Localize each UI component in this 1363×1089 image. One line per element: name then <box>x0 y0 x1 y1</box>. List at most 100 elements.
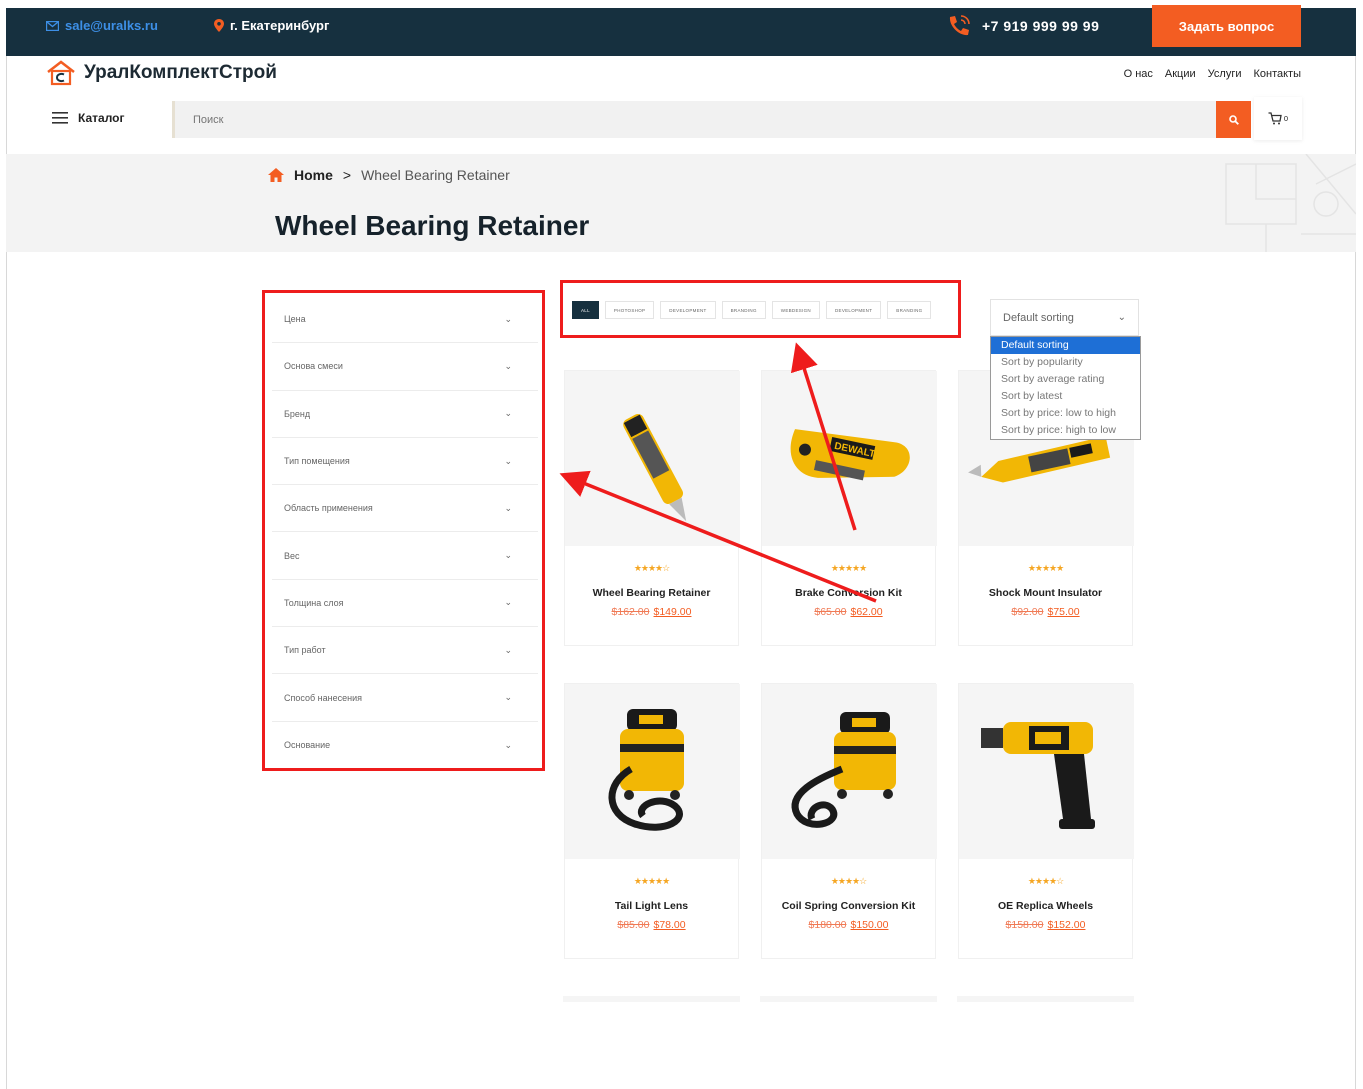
product-name[interactable]: OE Replica Wheels <box>959 900 1132 912</box>
menu-item-services[interactable]: Услуги <box>1208 68 1242 80</box>
filter-layer-thickness[interactable]: Толщина слоя ⌄ <box>272 580 538 628</box>
chevron-down-icon: ⌄ <box>504 692 512 703</box>
filter-price[interactable]: Цена ⌄ <box>272 296 538 344</box>
email-link[interactable]: sale@uralks.ru <box>46 18 158 33</box>
sort-option[interactable]: Sort by average rating <box>991 371 1140 388</box>
logo-text: УралКомплектСтрой <box>84 62 277 83</box>
product-name[interactable]: Brake Conversion Kit <box>762 587 935 599</box>
old-price: $158.00 <box>1005 919 1044 931</box>
search-button[interactable] <box>1216 101 1251 138</box>
old-price: $180.00 <box>808 919 847 931</box>
rating-stars: ★★★★★ <box>830 563 867 573</box>
filter-application-area[interactable]: Область применения ⌄ <box>272 485 538 533</box>
product-price: $180.00 $150.00 <box>762 919 935 931</box>
filter-substrate[interactable]: Основание ⌄ <box>272 722 538 769</box>
phone-link[interactable]: +7 919 999 99 99 <box>946 14 1099 38</box>
product-card[interactable]: ★★★★★ Tail Light Lens $85.00 $78.00 <box>564 683 740 959</box>
product-card[interactable]: ★★★★☆ Coil Spring Conversion Kit $180.00… <box>761 683 937 959</box>
filter-label: Тип помещения <box>284 456 350 467</box>
product-name[interactable]: Shock Mount Insulator <box>959 587 1132 599</box>
mail-icon <box>46 20 59 31</box>
old-price: $162.00 <box>611 606 650 618</box>
filter-sidebar: Цена ⌄ Основа смеси ⌄ Бренд ⌄ Тип помещения… <box>272 296 538 769</box>
product-image[interactable] <box>762 684 937 859</box>
tab-all[interactable]: ALL <box>572 301 599 319</box>
tab-development[interactable]: DEVELOPMENT <box>660 301 716 319</box>
top-menu: О нас Акции Услуги Контакты <box>1124 68 1301 80</box>
product-name[interactable]: Tail Light Lens <box>565 900 738 912</box>
drill-illustration <box>981 722 1095 829</box>
chevron-down-icon: ⌄ <box>504 550 512 561</box>
old-price: $65.00 <box>814 606 847 618</box>
site-logo[interactable]: УралКомплектСтрой <box>46 60 277 86</box>
product-price: $162.00 $149.00 <box>565 606 738 618</box>
current-price[interactable]: $150.00 <box>851 919 889 931</box>
product-image[interactable] <box>565 371 740 546</box>
filter-weight[interactable]: Вес ⌄ <box>272 532 538 580</box>
product-price: $65.00 $62.00 <box>762 606 935 618</box>
breadcrumb-separator: > <box>342 167 352 183</box>
tab-photoshop[interactable]: PHOTOSHOP <box>604 301 655 319</box>
phone-icon <box>949 15 970 36</box>
current-price[interactable]: $152.00 <box>1048 919 1086 931</box>
tab-webdesign[interactable]: WEBDESIGN <box>771 301 820 319</box>
product-name[interactable]: Coil Spring Conversion Kit <box>762 900 935 912</box>
sort-selected-value: Default sorting <box>1003 311 1074 324</box>
city-text: г. Екатеринбург <box>230 18 330 33</box>
product-card-partial <box>957 996 1134 1002</box>
chevron-down-icon: ⌄ <box>504 408 512 419</box>
product-image[interactable] <box>959 684 1134 859</box>
ask-question-button[interactable]: Задать вопрос <box>1152 5 1301 47</box>
product-image[interactable]: DEWALT <box>762 371 937 546</box>
filter-brand[interactable]: Бренд ⌄ <box>272 391 538 438</box>
sort-option[interactable]: Default sorting <box>991 337 1140 354</box>
tab-development-2[interactable]: DEVELOPMENT <box>825 301 882 319</box>
filter-work-type[interactable]: Тип работ ⌄ <box>272 627 538 675</box>
phone-number: +7 919 999 99 99 <box>982 18 1100 34</box>
filter-room-type[interactable]: Тип помещения ⌄ <box>272 438 538 486</box>
current-price[interactable]: $78.00 <box>654 919 686 931</box>
chevron-down-icon: ⌄ <box>504 360 512 371</box>
blueprint-decoration <box>1225 154 1356 252</box>
email-text: sale@uralks.ru <box>65 18 158 33</box>
search-input[interactable] <box>175 101 1216 138</box>
rating-stars: ★★★★☆ <box>830 876 867 886</box>
search-bar <box>172 101 1216 138</box>
sort-option[interactable]: Sort by price: low to high <box>991 405 1140 422</box>
menu-item-about[interactable]: О нас <box>1124 68 1153 80</box>
search-icon <box>1228 114 1239 125</box>
chevron-down-icon: ⌄ <box>504 739 512 750</box>
tab-branding-2[interactable]: BRANDING <box>887 301 932 319</box>
filter-mix-base[interactable]: Основа смеси ⌄ <box>272 343 538 391</box>
filter-label: Бренд <box>284 408 311 419</box>
sort-option[interactable]: Sort by price: high to low <box>991 422 1140 439</box>
product-name[interactable]: Wheel Bearing Retainer <box>565 587 738 599</box>
current-price[interactable]: $149.00 <box>654 606 692 618</box>
product-card[interactable]: ★★★★☆ OE Replica Wheels $158.00 $152.00 <box>958 683 1134 959</box>
sort-dropdown-list: Default sorting Sort by popularity Sort … <box>990 336 1141 440</box>
page-hero <box>6 154 1356 252</box>
sort-select[interactable]: Default sorting ⌄ <box>990 299 1139 336</box>
product-card-partial <box>760 996 937 1002</box>
catalog-button[interactable]: Каталог <box>52 111 125 125</box>
tab-branding[interactable]: BRANDING <box>721 301 766 319</box>
cart-button[interactable]: 0 <box>1254 97 1302 140</box>
sort-option[interactable]: Sort by popularity <box>991 354 1140 371</box>
breadcrumb-home-link[interactable]: Home <box>294 167 333 183</box>
old-price: $92.00 <box>1011 606 1044 618</box>
product-card[interactable]: DEWALT ★★★★★ Brake Conversion Kit $65.00… <box>761 370 937 646</box>
filter-label: Основание <box>284 740 331 751</box>
product-image[interactable] <box>565 684 740 859</box>
shop-vacuum-illustration <box>608 709 684 831</box>
filter-label: Тип работ <box>284 645 326 656</box>
hamburger-menu-icon <box>52 112 68 124</box>
menu-item-contacts[interactable]: Контакты <box>1253 68 1301 80</box>
sort-option[interactable]: Sort by latest <box>991 388 1140 405</box>
current-price[interactable]: $62.00 <box>851 606 883 618</box>
filter-application-method[interactable]: Способ нанесения ⌄ <box>272 674 538 722</box>
current-price[interactable]: $75.00 <box>1048 606 1080 618</box>
home-icon <box>268 168 284 182</box>
menu-item-promotions[interactable]: Акции <box>1165 68 1196 80</box>
product-card[interactable]: ★★★★☆ Wheel Bearing Retainer $162.00 $149… <box>564 370 740 646</box>
filter-label: Цена <box>284 314 306 325</box>
